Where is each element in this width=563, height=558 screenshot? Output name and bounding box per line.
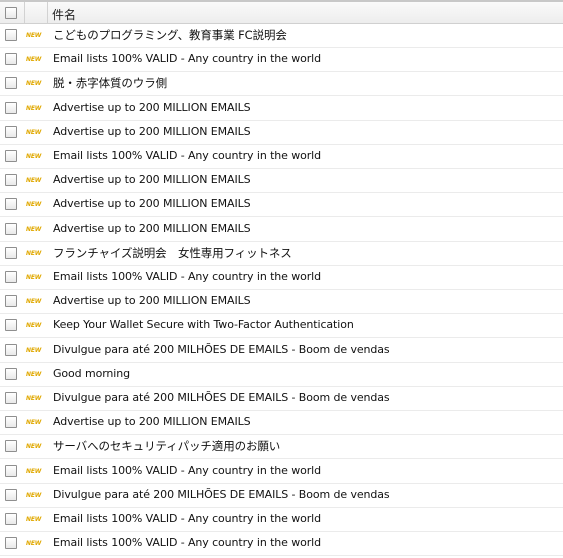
row-checkbox[interactable] — [5, 150, 17, 162]
table-header: 件名 — [0, 2, 563, 24]
row-checkbox[interactable] — [5, 246, 17, 259]
subject-link[interactable]: Advertise up to 200 MILLION EMAILS — [53, 415, 251, 428]
new-badge-icon: NEW — [26, 128, 42, 136]
row-checkbox[interactable] — [5, 537, 17, 550]
subject-link[interactable]: Email lists 100% VALID - Any country in … — [53, 536, 321, 549]
new-badge-icon: NEW — [26, 346, 42, 354]
table-row[interactable]: NEW Advertise up to 200 MILLION EMAILS — [0, 218, 563, 242]
subject-column-header[interactable]: 件名 — [52, 6, 76, 23]
new-badge-icon: NEW — [26, 153, 42, 160]
table-row[interactable]: NEW Divulgue para até 200 MILHÕES DE EMAI… — [0, 387, 563, 411]
subject-link[interactable]: Good morning — [53, 367, 130, 380]
subject-link[interactable]: 脱・赤字体質のウラ側 — [53, 75, 167, 91]
subject-link[interactable]: Email lists 100% VALID - Any country in … — [53, 512, 321, 525]
row-checkbox[interactable] — [5, 319, 17, 332]
new-badge-icon: NEW — [26, 249, 42, 257]
new-badge-icon: NEW — [26, 540, 42, 548]
table-row[interactable]: NEW Advertise up to 200 MILLION EMAILS — [0, 290, 563, 315]
row-checkbox[interactable] — [5, 343, 17, 356]
table-row[interactable]: NEW フランチャイズ説明会 女性専用フィットネス — [0, 242, 563, 266]
new-badge-icon: NEW — [26, 225, 42, 233]
table-row[interactable]: NEW Email lists 100% VALID - Any country … — [0, 266, 563, 290]
row-checkbox[interactable] — [5, 416, 17, 429]
row-checkbox[interactable] — [5, 174, 17, 187]
subject-link[interactable]: Email lists 100% VALID - Any country in … — [53, 464, 321, 477]
subject-link[interactable]: Divulgue para até 200 MILHÕES DE EMAILS … — [53, 488, 390, 501]
new-badge-icon: NEW — [26, 419, 42, 427]
table-row[interactable]: NEW Divulgue para até 200 MILHÕES DE EMAI… — [0, 484, 563, 508]
new-badge-icon: NEW — [26, 467, 42, 475]
select-all-checkbox[interactable] — [5, 7, 17, 19]
subject-link[interactable]: Email lists 100% VALID - Any country in … — [53, 52, 321, 65]
table-row[interactable]: NEW サーバへのセキュリティパッチ適用のお願い — [0, 435, 563, 460]
row-checkbox[interactable] — [5, 295, 17, 308]
subject-link[interactable]: Keep Your Wallet Secure with Two-Factor … — [53, 318, 354, 331]
row-checkbox[interactable] — [5, 271, 17, 283]
new-badge-icon: NEW — [26, 395, 42, 402]
new-badge-icon: NEW — [26, 177, 42, 185]
row-checkbox[interactable] — [5, 440, 17, 453]
table-row[interactable]: NEW Advertise up to 200 MILLION EMAILS — [0, 193, 563, 218]
table-row[interactable]: NEW Divulgue para até 200 MILHÕES DE EMAI… — [0, 339, 563, 363]
new-badge-icon: NEW — [26, 516, 42, 523]
new-badge-icon: NEW — [26, 201, 42, 209]
row-checkbox[interactable] — [5, 513, 17, 525]
table-row[interactable]: NEW Email lists 100% VALID - Any country … — [0, 460, 563, 484]
column-divider[interactable] — [47, 2, 48, 23]
row-checkbox[interactable] — [5, 198, 17, 211]
subject-link[interactable]: Divulgue para até 200 MILHÕES DE EMAILS … — [53, 343, 390, 356]
subject-link[interactable]: Advertise up to 200 MILLION EMAILS — [53, 101, 251, 114]
table-row[interactable]: NEW Email lists 100% VALID - Any country … — [0, 508, 563, 532]
row-checkbox[interactable] — [5, 464, 17, 477]
row-checkbox[interactable] — [5, 125, 17, 138]
row-checkbox[interactable] — [5, 367, 17, 380]
row-checkbox[interactable] — [5, 488, 17, 501]
table-row[interactable]: NEW Advertise up to 200 MILLION EMAILS — [0, 97, 563, 121]
subject-link[interactable]: Email lists 100% VALID - Any country in … — [53, 270, 321, 283]
mail-list-table: 件名 NEW こどものプログラミング、教育事業 FC説明会 NEW Email lis… — [0, 0, 563, 558]
new-badge-icon: NEW — [26, 443, 42, 451]
row-checkbox[interactable] — [5, 392, 17, 404]
table-row[interactable]: NEW Email lists 100% VALID - Any country … — [0, 48, 563, 73]
new-badge-icon: NEW — [26, 491, 42, 499]
new-badge-icon: NEW — [26, 370, 42, 378]
table-row[interactable]: NEW Email lists 100% VALID - Any country … — [0, 145, 563, 169]
table-row[interactable]: NEW Good morning — [0, 363, 563, 387]
subject-link[interactable]: Advertise up to 200 MILLION EMAILS — [53, 197, 251, 210]
table-row[interactable]: NEW Advertise up to 200 MILLION EMAILS — [0, 411, 563, 436]
table-row[interactable]: NEW 脱・赤字体質のウラ側 — [0, 72, 563, 97]
subject-link[interactable]: サーバへのセキュリティパッチ適用のお願い — [53, 438, 280, 454]
table-row[interactable]: NEW Advertise up to 200 MILLION EMAILS — [0, 169, 563, 194]
new-badge-icon: NEW — [26, 274, 42, 281]
new-badge-icon: NEW — [26, 104, 42, 112]
new-badge-icon: NEW — [26, 80, 42, 88]
subject-link[interactable]: Advertise up to 200 MILLION EMAILS — [53, 125, 251, 138]
new-badge-icon: NEW — [26, 56, 42, 64]
row-checkbox[interactable] — [5, 222, 17, 235]
subject-link[interactable]: フランチャイズ説明会 女性専用フィットネス — [53, 245, 292, 261]
row-checkbox[interactable] — [5, 101, 17, 114]
subject-link[interactable]: Email lists 100% VALID - Any country in … — [53, 149, 321, 162]
new-badge-icon: NEW — [26, 298, 42, 306]
new-badge-icon: NEW — [26, 32, 42, 39]
row-checkbox[interactable] — [5, 53, 17, 66]
table-row[interactable]: NEW Email lists 100% VALID - Any country … — [0, 532, 563, 557]
subject-link[interactable]: Advertise up to 200 MILLION EMAILS — [53, 173, 251, 186]
table-row[interactable]: NEW Keep Your Wallet Secure with Two-Fact… — [0, 314, 563, 339]
row-checkbox[interactable] — [5, 29, 17, 41]
table-row[interactable]: NEW Advertise up to 200 MILLION EMAILS — [0, 121, 563, 145]
subject-link[interactable]: こどものプログラミング、教育事業 FC説明会 — [53, 27, 287, 43]
subject-link[interactable]: Advertise up to 200 MILLION EMAILS — [53, 294, 251, 307]
table-row[interactable]: NEW こどものプログラミング、教育事業 FC説明会 — [0, 24, 563, 48]
column-divider[interactable] — [24, 2, 25, 23]
subject-link[interactable]: Divulgue para até 200 MILHÕES DE EMAILS … — [53, 391, 390, 404]
new-badge-icon: NEW — [26, 322, 42, 330]
row-checkbox[interactable] — [5, 77, 17, 90]
subject-link[interactable]: Advertise up to 200 MILLION EMAILS — [53, 222, 251, 235]
